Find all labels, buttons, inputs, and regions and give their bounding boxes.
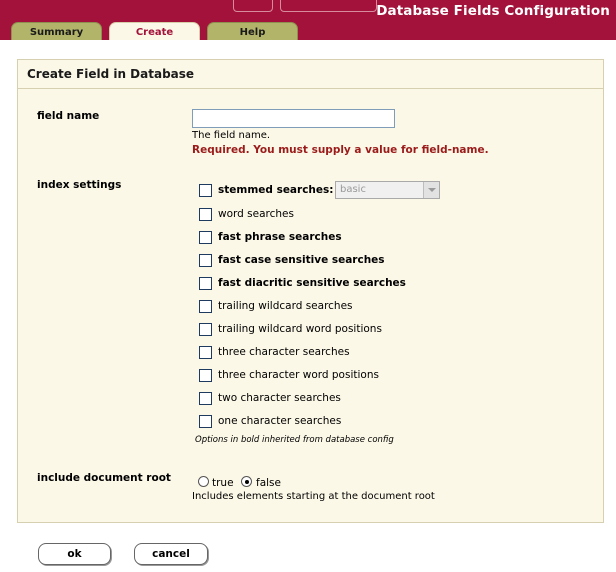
tab-help[interactable]: Help bbox=[207, 22, 298, 40]
stemmed-searches-checkbox[interactable] bbox=[199, 184, 212, 197]
trailing-wildcard-searches-label: trailing wildcard searches bbox=[218, 300, 353, 312]
index-settings-label: index settings bbox=[37, 179, 122, 191]
three-character-word-positions-checkbox[interactable] bbox=[199, 369, 212, 382]
include-root-true-label: true bbox=[212, 477, 234, 489]
trailing-wildcard-searches-checkbox[interactable] bbox=[199, 300, 212, 313]
three-character-word-positions-label: three character word positions bbox=[218, 369, 379, 381]
three-character-searches-label: three character searches bbox=[218, 346, 350, 358]
one-character-searches-label: one character searches bbox=[218, 415, 342, 427]
fast-phrase-searches-checkbox[interactable] bbox=[199, 231, 212, 244]
stemmed-searches-select[interactable]: basic bbox=[335, 181, 440, 199]
create-field-panel bbox=[17, 59, 604, 523]
stemmed-searches-label: stemmed searches: bbox=[218, 184, 334, 196]
field-name-input[interactable] bbox=[192, 109, 395, 128]
fast-diacritic-sensitive-label: fast diacritic sensitive searches bbox=[218, 277, 406, 289]
include-root-false-label: false bbox=[256, 477, 281, 489]
panel-header: Create Field in Database bbox=[18, 61, 603, 89]
field-name-help: The field name. bbox=[192, 130, 271, 141]
fast-phrase-searches-label: fast phrase searches bbox=[218, 231, 342, 243]
fast-diacritic-sensitive-checkbox[interactable] bbox=[199, 277, 212, 290]
fast-case-sensitive-checkbox[interactable] bbox=[199, 254, 212, 267]
header-hidden-button-2[interactable] bbox=[280, 0, 377, 12]
include-root-true-radio[interactable] bbox=[198, 476, 209, 487]
field-name-error: Required. You must supply a value for fi… bbox=[192, 144, 489, 156]
panel-title: Create Field in Database bbox=[27, 67, 195, 81]
field-name-label: field name bbox=[37, 110, 100, 122]
stemmed-select-value: basic bbox=[340, 184, 366, 195]
app-title: Database Fields Configuration bbox=[376, 3, 610, 19]
one-character-searches-checkbox[interactable] bbox=[199, 415, 212, 428]
word-searches-checkbox[interactable] bbox=[199, 208, 212, 221]
two-character-searches-label: two character searches bbox=[218, 392, 341, 404]
include-document-root-label: include document root bbox=[37, 472, 171, 484]
tab-create[interactable]: Create bbox=[109, 22, 200, 40]
header-hidden-button[interactable] bbox=[233, 0, 273, 12]
trailing-wildcard-word-positions-checkbox[interactable] bbox=[199, 323, 212, 336]
tab-summary[interactable]: Summary bbox=[11, 22, 102, 40]
trailing-wildcard-word-positions-label: trailing wildcard word positions bbox=[218, 323, 382, 335]
cancel-button[interactable]: cancel bbox=[134, 543, 208, 565]
chevron-down-icon bbox=[423, 182, 439, 198]
word-searches-label: word searches bbox=[218, 208, 294, 220]
three-character-searches-checkbox[interactable] bbox=[199, 346, 212, 359]
bold-options-note: Options in bold inherited from database … bbox=[195, 435, 394, 445]
two-character-searches-checkbox[interactable] bbox=[199, 392, 212, 405]
include-root-false-radio[interactable] bbox=[241, 476, 252, 487]
include-root-help: Includes elements starting at the docume… bbox=[192, 491, 435, 502]
ok-button[interactable]: ok bbox=[38, 543, 111, 565]
fast-case-sensitive-label: fast case sensitive searches bbox=[218, 254, 385, 266]
